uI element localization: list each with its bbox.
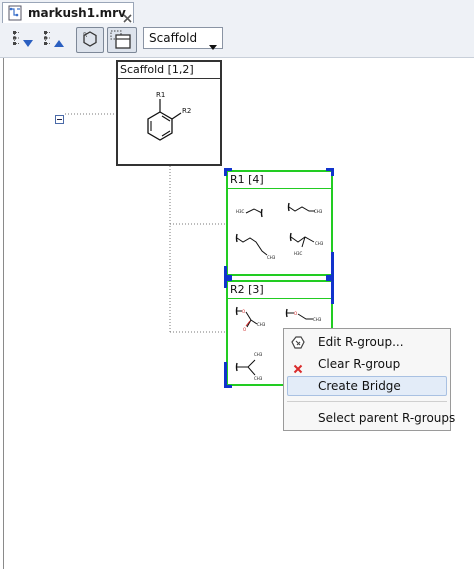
svg-text:CH3: CH3 — [315, 241, 324, 246]
svg-text:CH3: CH3 — [313, 317, 322, 322]
menu-item-edit-rgroup[interactable]: Edit R-group... — [287, 332, 447, 352]
r2-fragment-acetoxy: O O CH3 — [235, 306, 266, 332]
rgroup-r1-fragments: H3C CH3 CH3 H3C CH3 — [235, 202, 324, 260]
rgroup-r2-title: R2 [3] — [230, 283, 264, 296]
r2-selection-handle[interactable] — [331, 278, 334, 304]
r1-atom-label: R1 — [156, 91, 165, 99]
r2-selection-handle[interactable] — [224, 385, 232, 388]
rgroup-r1-node[interactable]: R1 [4] H3C CH3 CH3 H3C CH3 — [226, 170, 333, 276]
edit-rgroup-icon — [291, 335, 305, 349]
rgroup-r1-header: R1 [4] — [228, 172, 331, 189]
r1-selection-handle[interactable] — [326, 168, 334, 171]
r2-fragment-ethoxy: O CH3 — [285, 308, 322, 322]
r1-fragment-pentyl: CH3 — [235, 233, 276, 260]
clear-icon — [293, 359, 303, 374]
r2-selection-handle[interactable] — [224, 278, 232, 281]
scaffold-header: Scaffold [1,2] — [118, 62, 220, 79]
svg-text:CH3: CH3 — [257, 322, 266, 327]
scaffold-title: Scaffold [1,2] — [120, 63, 194, 76]
r1-fragment-butyl: CH3 — [287, 202, 323, 214]
rgroup-r1-title: R1 [4] — [230, 173, 264, 186]
menu-item-label: Create Bridge — [318, 379, 401, 393]
collapse-toggle-icon[interactable] — [55, 109, 64, 124]
svg-text:CH3: CH3 — [254, 352, 263, 357]
rgroup-r2-header: R2 [3] — [228, 282, 331, 299]
menu-item-clear-rgroup[interactable]: Clear R-group — [287, 354, 447, 374]
menu-separator — [287, 401, 447, 402]
scaffold-node[interactable]: Scaffold [1,2] R1 R2 — [116, 60, 222, 166]
svg-text:O: O — [242, 309, 245, 314]
svg-text:CH3: CH3 — [314, 209, 323, 214]
r1-fragment-ethyl: H3C — [236, 208, 263, 218]
svg-text:H3C: H3C — [236, 209, 245, 214]
svg-text:CH3: CH3 — [267, 255, 276, 260]
r1-selection-handle[interactable] — [224, 168, 232, 171]
svg-text:H3C: H3C — [294, 251, 303, 256]
r1-fragment-isobutyl: H3C CH3 — [289, 232, 324, 256]
menu-item-create-bridge[interactable]: Create Bridge — [287, 376, 447, 396]
menu-item-label: Clear R-group — [318, 357, 401, 371]
r2-selection-handle[interactable] — [326, 278, 334, 281]
context-menu: Edit R-group... Clear R-group Create Bri… — [283, 328, 455, 431]
r2-fragment-isopropyl: CH3 CH3 — [235, 352, 263, 381]
menu-item-label: Edit R-group... — [318, 335, 404, 349]
svg-text:O: O — [294, 311, 297, 316]
svg-text:O: O — [243, 327, 246, 332]
r2-atom-label: R2 — [182, 107, 191, 115]
menu-item-label: Select parent R-groups — [318, 411, 456, 425]
menu-item-select-parent-rgroups[interactable]: Select parent R-groups — [287, 408, 455, 428]
scaffold-structure: R1 R2 — [147, 91, 191, 141]
svg-text:CH3: CH3 — [254, 376, 263, 381]
